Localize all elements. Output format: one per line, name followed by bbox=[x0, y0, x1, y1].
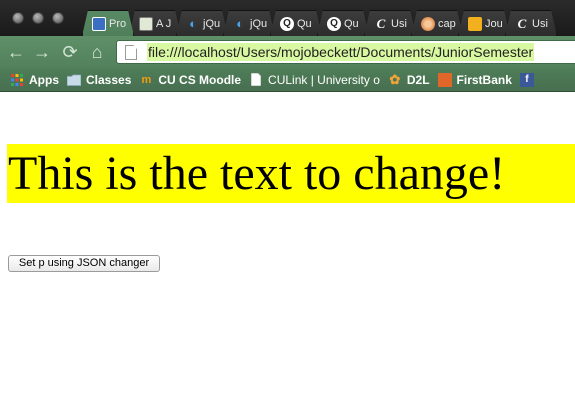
tab-0[interactable]: Pro bbox=[82, 10, 134, 36]
target-paragraph: This is the text to change! bbox=[7, 144, 575, 203]
page-icon bbox=[125, 45, 137, 60]
tab-title: Qu bbox=[297, 17, 312, 30]
bookmark-apps[interactable]: Apps bbox=[8, 69, 65, 91]
yellow-box-icon bbox=[468, 17, 482, 31]
bookmark-label: Apps bbox=[29, 72, 59, 87]
url-text[interactable]: file:///localhost/Users/mojobeckett/Docu… bbox=[147, 43, 535, 61]
set-p-json-button[interactable]: Set p using JSON changer bbox=[8, 255, 160, 272]
tab-title: A J bbox=[156, 17, 172, 30]
tab-title: Pro bbox=[109, 17, 127, 30]
close-window-icon[interactable] bbox=[12, 12, 24, 24]
tab-1[interactable]: A J bbox=[129, 10, 181, 36]
bookmark-moodle[interactable]: m CU CS Moodle bbox=[137, 69, 247, 91]
folder-icon bbox=[67, 73, 81, 87]
jquery-icon: ◐ bbox=[236, 16, 244, 31]
tab-title: Usi bbox=[532, 17, 548, 30]
home-icon[interactable]: ⌂ bbox=[86, 41, 108, 63]
script-c-icon: C bbox=[517, 16, 527, 31]
script-c-icon: C bbox=[376, 16, 386, 31]
tab-title: cap bbox=[438, 17, 456, 30]
moodle-icon: m bbox=[141, 73, 152, 86]
bookmark-classes[interactable]: Classes bbox=[65, 69, 137, 91]
tab-8[interactable]: Jou bbox=[458, 10, 510, 36]
forward-arrow-icon[interactable]: → bbox=[31, 41, 53, 63]
firstbank-icon bbox=[437, 72, 452, 87]
bookmark-d2l[interactable]: ✿ D2L bbox=[386, 69, 436, 91]
tab-title: Qu bbox=[344, 17, 359, 30]
circle-q-icon: Q bbox=[327, 17, 341, 31]
tab-9[interactable]: C Usi bbox=[505, 10, 557, 36]
tab-4[interactable]: Q Qu bbox=[270, 10, 322, 36]
bookmark-firstbank[interactable]: FirstBank bbox=[436, 69, 518, 91]
zoom-window-icon[interactable] bbox=[52, 12, 64, 24]
tab-7[interactable]: cap bbox=[411, 10, 463, 36]
bookmark-facebook[interactable]: f bbox=[518, 69, 545, 91]
page-content: This is the text to change! Set p using … bbox=[0, 93, 575, 406]
jquery-icon: ◐ bbox=[189, 16, 197, 31]
bookmark-label: D2L bbox=[406, 72, 430, 87]
tab-6[interactable]: C Usi bbox=[364, 10, 416, 36]
d2l-flower-icon: ✿ bbox=[389, 71, 401, 87]
tab-title: Jou bbox=[485, 17, 503, 30]
back-arrow-icon[interactable]: ← bbox=[5, 41, 27, 63]
bookmark-culink[interactable]: CULink | University o bbox=[247, 69, 386, 91]
tab-strip: Pro A J ◐ jQu ◐ jQu Q Qu Q Qu C Usi cap bbox=[0, 0, 575, 36]
bookmark-label: Classes bbox=[86, 72, 132, 87]
page-grid-icon bbox=[92, 17, 106, 31]
image-icon bbox=[139, 17, 153, 31]
tab-title: jQu bbox=[203, 17, 221, 30]
page-icon bbox=[249, 73, 263, 87]
tab-title: Usi bbox=[391, 17, 407, 30]
tab-list: Pro A J ◐ jQu ◐ jQu Q Qu Q Qu C Usi cap bbox=[82, 10, 552, 36]
browser-toolbar: ← → ⟳ ⌂ file:///localhost/Users/mojobeck… bbox=[0, 36, 575, 68]
tab-2[interactable]: ◐ jQu bbox=[176, 10, 228, 36]
bookmarks-bar: Apps Classes m CU CS Moodle CULink | Uni… bbox=[0, 68, 575, 92]
circle-q-icon: Q bbox=[280, 17, 294, 31]
bookmark-label: CULink | University o bbox=[268, 72, 380, 87]
reload-icon[interactable]: ⟳ bbox=[59, 41, 81, 63]
bookmark-label: CU CS Moodle bbox=[158, 72, 242, 87]
orange-flower-icon bbox=[421, 17, 435, 31]
tab-3[interactable]: ◐ jQu bbox=[223, 10, 275, 36]
tab-5[interactable]: Q Qu bbox=[317, 10, 369, 36]
apps-grid-icon bbox=[10, 73, 24, 87]
address-bar[interactable]: file:///localhost/Users/mojobeckett/Docu… bbox=[116, 40, 575, 64]
facebook-icon: f bbox=[519, 72, 534, 87]
tab-title: jQu bbox=[250, 17, 268, 30]
minimize-window-icon[interactable] bbox=[32, 12, 44, 24]
bookmark-label: FirstBank bbox=[456, 72, 512, 87]
